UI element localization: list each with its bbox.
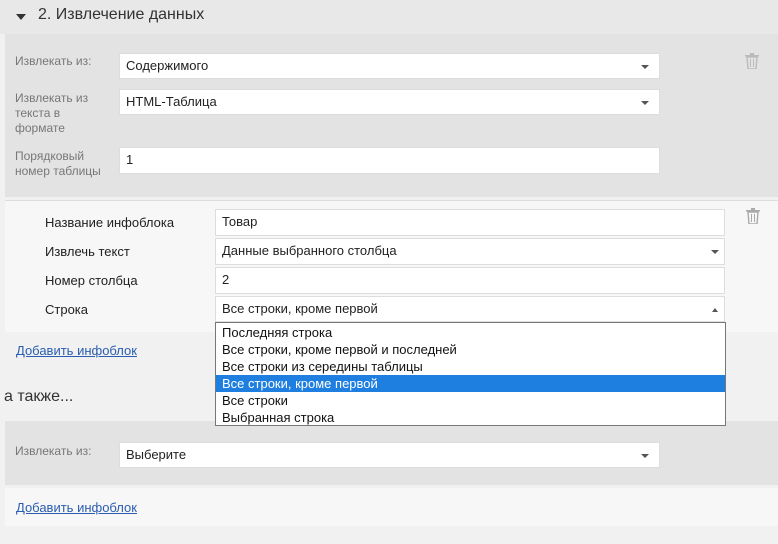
column-number-input[interactable]: 2 xyxy=(215,267,725,294)
infoblock-name-value: Товар xyxy=(222,214,258,229)
table-number-input[interactable]: 1 xyxy=(119,147,660,174)
chevron-down-icon xyxy=(711,250,719,254)
chevron-down-icon xyxy=(641,101,649,105)
divider xyxy=(5,200,778,201)
extract-text-label: Извлечь текст xyxy=(45,244,130,259)
column-number-label: Номер столбца xyxy=(45,273,138,288)
format-label: Извлекать из текста в формате xyxy=(15,91,89,135)
add-infoblock-link[interactable]: Добавить инфоблок xyxy=(16,343,137,358)
row-option[interactable]: Все строки из середины таблицы xyxy=(216,358,725,375)
extract-from-label: Извлекать из: xyxy=(15,54,92,68)
table-number-label: Порядковый номер таблицы xyxy=(15,149,101,178)
row-value: Все строки, кроме первой xyxy=(222,301,378,316)
table-number-value: 1 xyxy=(126,152,134,167)
format-select[interactable]: HTML-Таблица xyxy=(119,89,660,115)
row-label: Строка xyxy=(45,302,89,317)
trash-icon[interactable] xyxy=(745,53,759,69)
format-value: HTML-Таблица xyxy=(126,94,217,109)
row-select[interactable]: Все строки, кроме первой xyxy=(215,296,725,322)
chevron-up-icon xyxy=(712,308,718,312)
caret-down-icon[interactable] xyxy=(16,14,26,20)
row-option[interactable]: Все строки, кроме первой и последней xyxy=(216,341,725,358)
also-extract-from-value: Выберите xyxy=(126,447,187,462)
row-option[interactable]: Последняя строка xyxy=(216,324,725,341)
also-add-infoblock-link[interactable]: Добавить инфоблок xyxy=(16,500,137,515)
row-option-selected[interactable]: Все строки, кроме первой xyxy=(216,375,725,392)
row-option[interactable]: Выбранная строка xyxy=(216,409,725,426)
extract-from-value: Содержимого xyxy=(126,58,209,73)
row-option[interactable]: Все строки xyxy=(216,392,725,409)
also-section-title: а также... xyxy=(4,388,74,405)
section-title: 2. Извлечение данных xyxy=(38,6,205,23)
trash-icon[interactable] xyxy=(746,208,760,224)
also-extract-from-label: Извлекать из: xyxy=(15,444,92,458)
infoblock-name-input[interactable]: Товар xyxy=(215,209,725,236)
chevron-down-icon xyxy=(641,65,649,69)
column-number-value: 2 xyxy=(222,272,230,287)
also-extract-from-select[interactable]: Выберите xyxy=(119,442,660,468)
infoblock-name-label: Название инфоблока xyxy=(45,215,175,230)
row-options-listbox[interactable]: Последняя строка Все строки, кроме перво… xyxy=(215,322,726,426)
extract-text-select[interactable]: Данные выбранного столбца xyxy=(215,238,725,265)
extract-from-select[interactable]: Содержимого xyxy=(119,53,660,79)
chevron-down-icon xyxy=(641,454,649,458)
extract-text-value: Данные выбранного столбца xyxy=(222,243,397,258)
